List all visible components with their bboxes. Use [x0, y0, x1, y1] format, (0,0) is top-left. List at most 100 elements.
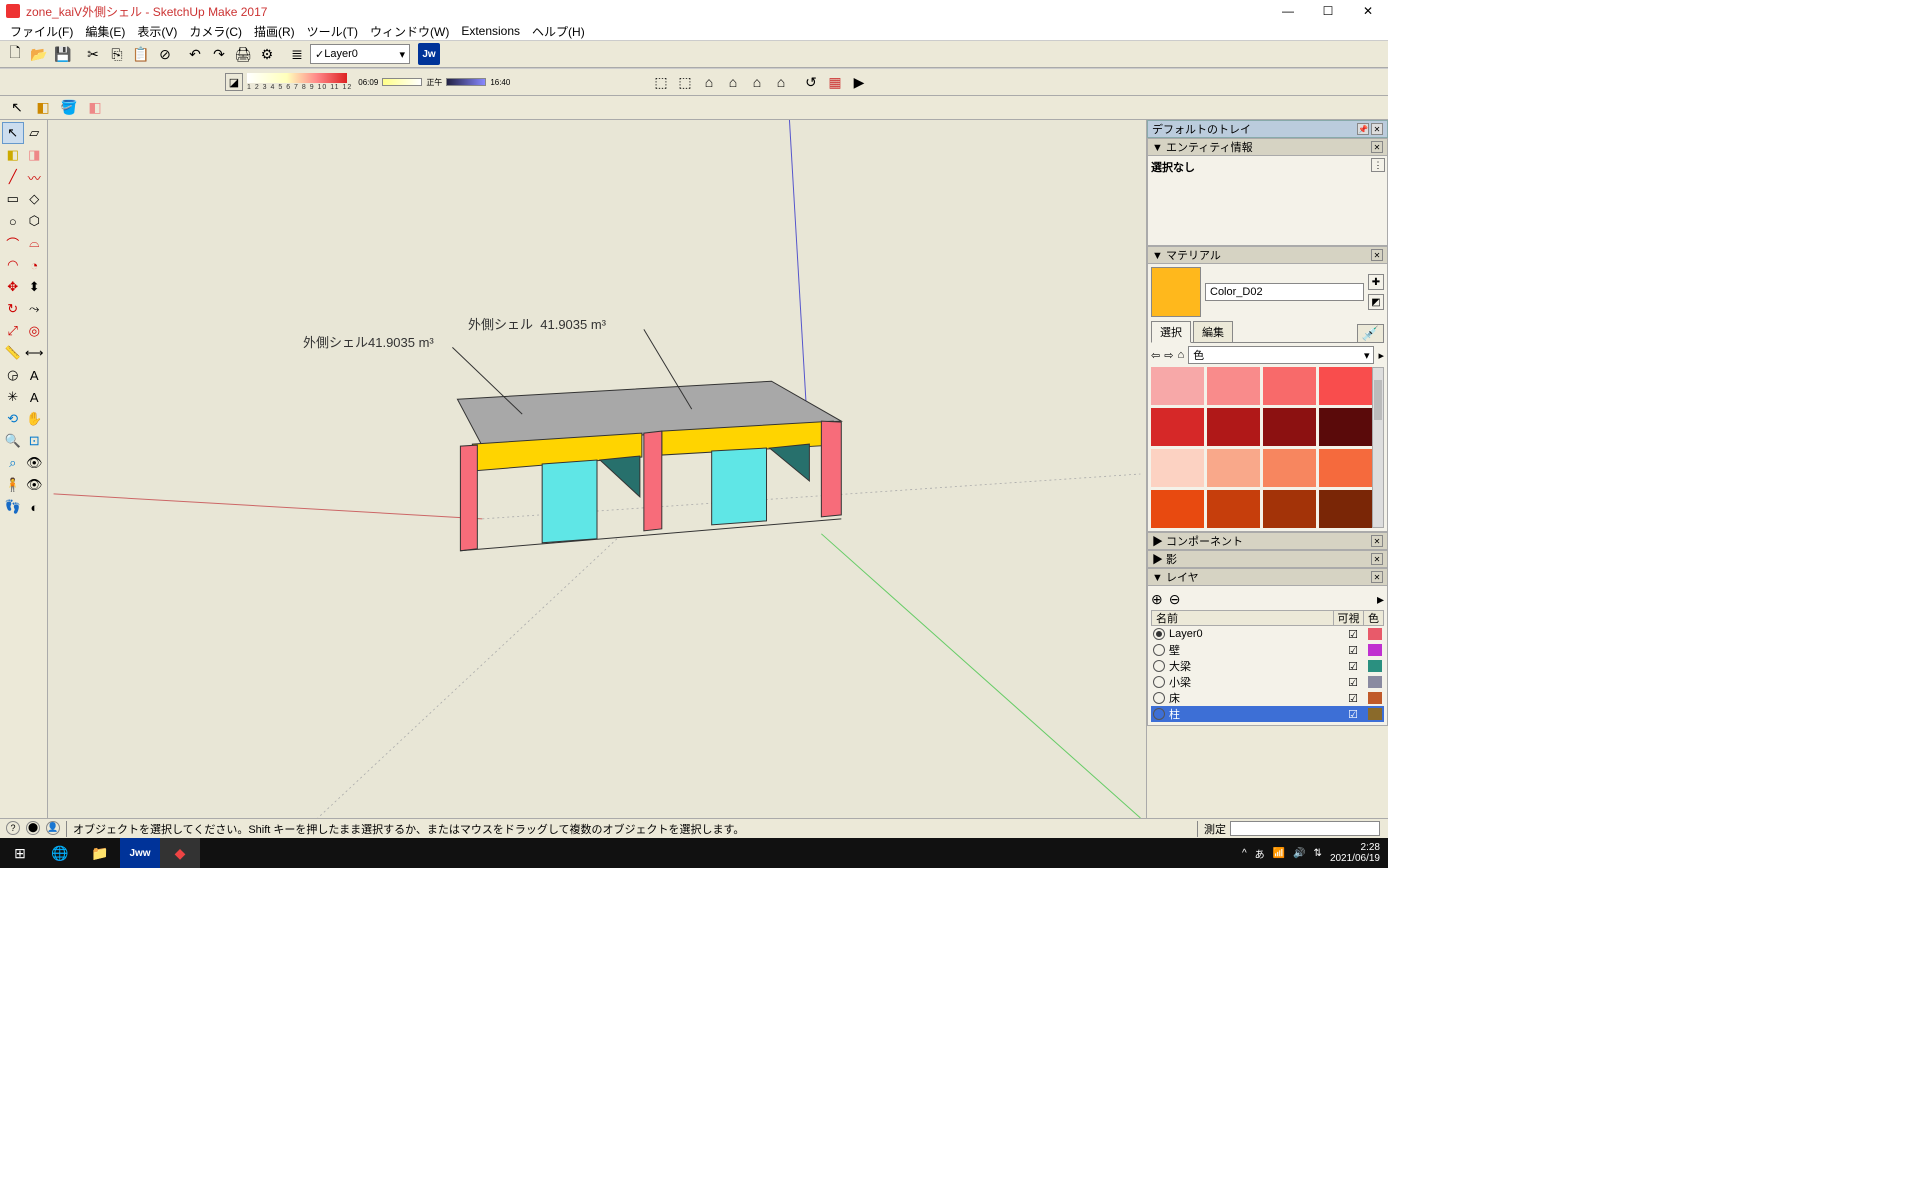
layer-radio[interactable]	[1153, 644, 1165, 656]
zoom-window-icon[interactable]: ⊡	[24, 430, 46, 452]
entity-options-icon[interactable]: ⋮	[1371, 158, 1385, 172]
make-component-icon[interactable]: ◧	[2, 144, 24, 166]
swatch[interactable]	[1151, 490, 1204, 528]
scale-tool-icon[interactable]: ⤢	[2, 320, 24, 342]
materials-header[interactable]: ▼ マテリアル✕	[1147, 246, 1388, 264]
3dtext-tool-icon[interactable]: A	[24, 386, 46, 408]
user-icon[interactable]: 👤	[46, 821, 60, 835]
eraser-icon[interactable]: ◨	[24, 144, 46, 166]
swatch[interactable]	[1151, 367, 1204, 405]
minimize-button[interactable]: —	[1268, 0, 1308, 22]
components-header[interactable]: ▶ コンポーネント✕	[1147, 532, 1388, 550]
swatch[interactable]	[1263, 490, 1316, 528]
layer-radio[interactable]	[1153, 692, 1165, 704]
tab-select[interactable]: 選択	[1151, 321, 1191, 343]
dc-options-icon[interactable]: ▦	[824, 71, 846, 93]
look-around-icon[interactable]: 👁	[24, 474, 46, 496]
section-tool-icon[interactable]: ◐	[24, 496, 46, 518]
tape-tool-icon[interactable]: 📏	[2, 342, 24, 364]
layer-row[interactable]: 柱☑	[1151, 706, 1384, 722]
menu-tools[interactable]: ツール(T)	[301, 23, 364, 40]
layer-row[interactable]: 床☑	[1151, 690, 1384, 706]
move-tool-icon[interactable]: ✥	[2, 276, 24, 298]
redo-button[interactable]: ↷	[208, 43, 230, 65]
settings-button[interactable]: ⚙	[256, 43, 278, 65]
entity-panel-close-icon[interactable]: ✕	[1371, 141, 1383, 153]
pie-tool-icon[interactable]: ◔	[24, 254, 46, 276]
materials-panel-close-icon[interactable]: ✕	[1371, 249, 1383, 261]
polygon-tool-icon[interactable]: ⬡	[24, 210, 46, 232]
intersect-icon[interactable]: ⬚	[674, 71, 696, 93]
menu-window[interactable]: ウィンドウ(W)	[364, 23, 455, 40]
shadow-header[interactable]: ▶ 影✕	[1147, 550, 1388, 568]
mat-menu-icon[interactable]: ▸	[1378, 349, 1384, 362]
layer-combo[interactable]: Layer0▾	[310, 44, 410, 64]
paste-button[interactable]: 📋	[130, 43, 152, 65]
rotate-tool-icon[interactable]: ↻	[2, 298, 24, 320]
tray-title[interactable]: デフォルトのトレイ 📌✕	[1147, 120, 1388, 138]
layer-icon[interactable]: ≣	[286, 43, 308, 65]
material-default-icon[interactable]: ◩	[1368, 294, 1384, 310]
swatch[interactable]	[1151, 449, 1204, 487]
swatch[interactable]	[1319, 490, 1372, 528]
axes-tool-icon[interactable]: ✳	[2, 386, 24, 408]
line-tool-icon[interactable]: ╱	[2, 166, 24, 188]
tray-pin-icon[interactable]: 📌	[1357, 123, 1369, 135]
print-button[interactable]: 🖨	[232, 43, 254, 65]
layer-row[interactable]: 小梁☑	[1151, 674, 1384, 690]
swatch[interactable]	[1207, 367, 1260, 405]
text-tool-icon[interactable]: A	[24, 364, 46, 386]
freehand-tool-icon[interactable]: 〰	[24, 166, 46, 188]
swatch[interactable]	[1319, 408, 1372, 446]
eyedropper-icon[interactable]: 💉	[1357, 324, 1384, 342]
lasso-tool-icon[interactable]: ▱	[24, 122, 46, 144]
menu-help[interactable]: ヘルプ(H)	[526, 23, 591, 40]
taskbar-explorer[interactable]: 📁	[80, 838, 120, 868]
viewport[interactable]: 外側シェル41.9035 m³ 外側シェル 41.9035 m³	[48, 120, 1146, 818]
swatch[interactable]	[1151, 408, 1204, 446]
layer-row[interactable]: 壁☑	[1151, 642, 1384, 658]
material-create-icon[interactable]: ✚	[1368, 274, 1384, 290]
component-tool[interactable]: ◧	[32, 97, 54, 119]
orbit-tool-icon[interactable]: ⟲	[2, 408, 24, 430]
position-camera-icon[interactable]: 🧍	[2, 474, 24, 496]
outer-shell-icon[interactable]: ⬚	[650, 71, 672, 93]
taskbar-sketchup[interactable]: ◆	[160, 838, 200, 868]
house1-icon[interactable]: ⌂	[698, 71, 720, 93]
menu-view[interactable]: 表示(V)	[131, 23, 183, 40]
start-button[interactable]: ⊞	[0, 838, 40, 868]
layer-row[interactable]: Layer0☑	[1151, 626, 1384, 642]
circle-tool-icon[interactable]: ○	[2, 210, 24, 232]
2pt-arc-icon[interactable]: ⌓	[24, 232, 46, 254]
system-tray[interactable]: ^ あ 📶 🔊 ⇅ 2:28 2021/06/19	[1242, 842, 1388, 864]
tray-up-icon[interactable]: ^	[1242, 848, 1247, 859]
help-icon[interactable]: ?	[6, 821, 20, 835]
shadow-toggle-icon[interactable]: ◪	[225, 73, 243, 91]
layer-menu-icon[interactable]: ▸	[1377, 591, 1384, 608]
menu-camera[interactable]: カメラ(C)	[183, 23, 248, 40]
rotated-rect-icon[interactable]: ◇	[24, 188, 46, 210]
close-button[interactable]: ✕	[1348, 0, 1388, 22]
tray-ime-icon[interactable]: あ	[1255, 846, 1265, 861]
layer-radio[interactable]	[1153, 708, 1165, 720]
jw-button[interactable]: Jw	[418, 43, 440, 65]
save-button[interactable]: 💾	[52, 43, 74, 65]
copy-button[interactable]: ⎘	[106, 43, 128, 65]
material-name-input[interactable]: Color_D02	[1205, 283, 1364, 301]
tray-wifi-icon[interactable]: 📶	[1273, 848, 1285, 859]
eraser-tool[interactable]: ◧	[84, 97, 106, 119]
menu-edit[interactable]: 編集(E)	[79, 23, 131, 40]
components-close-icon[interactable]: ✕	[1371, 535, 1383, 547]
geo-icon[interactable]: ⬤	[26, 821, 40, 835]
protractor-icon[interactable]: ◶	[2, 364, 24, 386]
tray-dropbox-icon[interactable]: ⇅	[1314, 848, 1322, 859]
menu-draw[interactable]: 描画(R)	[248, 23, 301, 40]
swatch[interactable]	[1319, 449, 1372, 487]
undo-button[interactable]: ↶	[184, 43, 206, 65]
scrollbar[interactable]	[1372, 367, 1384, 528]
dc-attrs-icon[interactable]: ▶	[848, 71, 870, 93]
dc-interact-icon[interactable]: ↺	[800, 71, 822, 93]
cut-button[interactable]: ✂	[82, 43, 104, 65]
material-preview-swatch[interactable]	[1151, 267, 1201, 317]
layer-radio[interactable]	[1153, 660, 1165, 672]
